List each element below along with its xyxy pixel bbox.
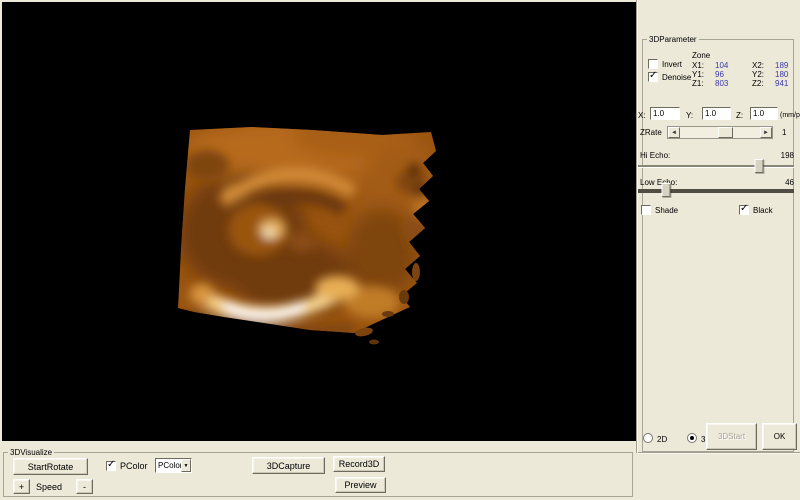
x-scale-label: X: — [638, 111, 646, 120]
parameter-groupbox: 3DParameter — [642, 39, 794, 452]
zone-x2-value: 189 — [775, 61, 788, 70]
ultrasound-render — [2, 2, 636, 441]
zone-y1-label: Y1: — [692, 70, 704, 79]
record3d-button[interactable]: Record3D — [333, 456, 385, 472]
z-scale-label: Z: — [736, 111, 743, 120]
invert-checkbox[interactable] — [648, 59, 658, 69]
zone-z2-label: Z2: — [752, 79, 764, 88]
zone-x1-value: 104 — [715, 61, 728, 70]
application-window: 3DParameter Invert Denoise Zone X1: 104 … — [0, 0, 800, 500]
3dcapture-button[interactable]: 3DCapture — [252, 457, 325, 474]
zone-x2-label: X2: — [752, 61, 764, 70]
z-scale-input[interactable] — [750, 107, 778, 120]
black-checkbox[interactable] — [739, 205, 749, 215]
zone-z1-label: Z1: — [692, 79, 704, 88]
x-scale-input[interactable] — [650, 107, 680, 120]
zone-z1-value: 803 — [715, 79, 728, 88]
mode-2d-radio[interactable] — [643, 433, 653, 443]
parameter-group-title: 3DParameter — [647, 35, 699, 44]
y-scale-label: Y: — [686, 111, 693, 120]
zrate-scrollbar[interactable]: ◄ ► — [667, 126, 773, 139]
denoise-checkbox[interactable] — [648, 72, 658, 82]
pcolor-dropdown[interactable]: PColor ▼ — [155, 458, 192, 473]
low-echo-slider-thumb[interactable] — [662, 183, 671, 197]
low-echo-slider[interactable] — [638, 189, 794, 193]
pcolor-dropdown-value: PColor — [158, 461, 182, 470]
chevron-down-icon[interactable]: ▼ — [181, 459, 191, 472]
hi-echo-label: Hi Echo: — [640, 151, 670, 160]
speed-label: Speed — [36, 483, 62, 492]
zone-y2-label: Y2: — [752, 70, 764, 79]
invert-label: Invert — [662, 60, 682, 69]
zrate-scrollbar-thumb[interactable] — [718, 127, 733, 138]
black-label: Black — [753, 206, 773, 215]
zrate-scroll-right-icon[interactable]: ► — [760, 127, 772, 138]
visualize-panel: 3DVisualize StartRotate + Speed - PColor… — [0, 441, 636, 500]
zone-y2-value: 180 — [775, 70, 788, 79]
mode-3d-radio[interactable] — [687, 433, 697, 443]
low-echo-value: 46 — [756, 178, 794, 187]
low-echo-label: Low Echo: — [640, 178, 677, 187]
speed-minus-button[interactable]: - — [76, 479, 93, 494]
shade-checkbox[interactable] — [641, 205, 651, 215]
mode-2d-label: 2D — [657, 435, 667, 444]
preview-button[interactable]: Preview — [335, 477, 386, 493]
zrate-label: ZRate — [640, 128, 662, 137]
hi-echo-slider[interactable] — [638, 165, 794, 168]
zrate-scroll-left-icon[interactable]: ◄ — [668, 127, 680, 138]
hi-echo-slider-thumb[interactable] — [755, 159, 764, 173]
start-rotate-button[interactable]: StartRotate — [13, 458, 88, 475]
speed-plus-button[interactable]: + — [13, 479, 30, 494]
parameter-panel: 3DParameter Invert Denoise Zone X1: 104 … — [636, 0, 800, 500]
pcolor-label: PColor — [120, 462, 148, 471]
shade-label: Shade — [655, 206, 678, 215]
zone-z2-value: 941 — [775, 79, 788, 88]
zone-x1-label: X1: — [692, 61, 704, 70]
zrate-value: 1 — [782, 128, 786, 137]
visualize-group-title: 3DVisualize — [8, 448, 54, 457]
denoise-label: Denoise — [662, 73, 691, 82]
zone-y1-value: 96 — [715, 70, 724, 79]
y-scale-input[interactable] — [702, 107, 731, 120]
3d-viewport[interactable] — [2, 2, 636, 441]
scale-unit-label: (mm/p) — [780, 111, 800, 120]
ok-button[interactable]: OK — [762, 423, 797, 450]
pcolor-checkbox[interactable] — [106, 461, 116, 471]
3dstart-button[interactable]: 3DStart — [706, 423, 757, 450]
zone-label: Zone — [692, 51, 710, 60]
